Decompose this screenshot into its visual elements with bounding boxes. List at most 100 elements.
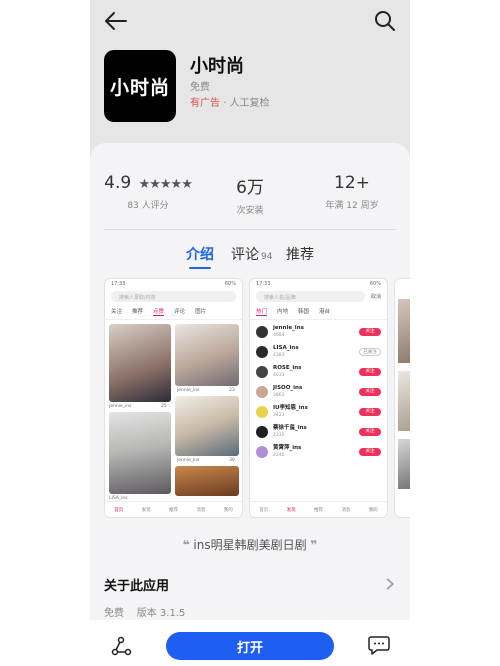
tab-recommend-label: 推荐 (286, 247, 314, 263)
tab-reviews-count: 94 (261, 252, 273, 262)
list-item: 蔡徐千玺_ins 2335 关注 (250, 422, 387, 442)
about-section[interactable]: 关于此应用 免费 版本 3.1.5 (104, 575, 396, 619)
tab-recommend[interactable]: 推荐 (286, 244, 314, 264)
app-logo: 小时尚 (104, 50, 176, 122)
about-title: 关于此应用 (104, 579, 170, 594)
shot-tabs: 热门 内地 韩国 港台 (250, 304, 387, 320)
user-count: 3863 (273, 393, 285, 398)
screenshot-1[interactable]: 17:33 60% 搜索人录取/内容 关注 推荐 点赞 评论 图片 jennie… (104, 278, 243, 518)
avatar (256, 326, 268, 338)
user-name: LISA_ins (273, 345, 299, 351)
back-arrow-icon[interactable] (104, 11, 128, 31)
user-count: 3423 (273, 413, 285, 418)
user-count: 2240 (273, 453, 285, 458)
user-name: 蔡徐千玺_ins (273, 425, 307, 431)
app-detail-screen: 小时尚 小时尚 免费 有广告 · 人工复检 4.9 ★★★★★ 83 人评分 6… (90, 0, 410, 666)
user-name: 黄霄萍_ins (273, 445, 302, 451)
user-name: jennie_ins (273, 325, 304, 331)
rating-count: 83 人评分 (127, 201, 169, 211)
about-price: 免费 (104, 608, 124, 619)
stats-row: 4.9 ★★★★★ 83 人评分 6万 次安装 12+ 年满 12 周岁 (90, 173, 410, 217)
divider (104, 229, 396, 230)
screenshot-carousel[interactable]: 17:33 60% 搜索人录取/内容 关注 推荐 点赞 评论 图片 jennie… (104, 278, 410, 518)
shot-tab-active: 点赞 (153, 309, 165, 316)
user-count: 4033 (273, 373, 285, 378)
user-name: IU李知恩_ins (273, 405, 308, 411)
user-name: JISOO_ins (273, 385, 303, 391)
photo-thumb (175, 324, 239, 386)
status-bar: 17:33 60% (250, 279, 387, 289)
shot-nav-item: 发现 (286, 507, 296, 513)
follow-button: 关注 (359, 448, 381, 456)
quote-open-icon: ❝ (182, 538, 190, 552)
left-margin (0, 0, 90, 666)
shot-tab: 评论 (174, 309, 186, 315)
open-button[interactable]: 打开 (166, 632, 334, 660)
avatar (256, 426, 268, 438)
photo-thumb (109, 324, 171, 402)
screenshot-2[interactable]: 17:33 60% 搜索人名/品牌 取消 热门 内地 韩国 港台 jennie_ (249, 278, 388, 518)
avatar (256, 386, 268, 398)
shot-search-bar: 搜索人名/品牌 (256, 291, 365, 302)
follow-button: 关注 (359, 428, 381, 436)
chat-bubble-icon[interactable] (368, 635, 390, 655)
user-count: 4383 (273, 353, 285, 358)
follow-button: 关注 (359, 408, 381, 416)
shot-nav-item: 发现 (141, 507, 151, 513)
shot-tab: 韩国 (298, 309, 310, 315)
tab-intro[interactable]: 介绍 (186, 244, 214, 269)
tag-separator: · (223, 98, 227, 109)
shot-nav-item: 推荐 (313, 507, 323, 513)
card-user: jennie_ins (177, 388, 200, 393)
photo-thumb (398, 299, 410, 363)
shot-nav: 首页 发现 推荐 消息 我的 (250, 501, 387, 517)
shot-nav: 首页 发现 推荐 消息 我的 (105, 501, 242, 517)
list-item: JISOO_ins 3863 关注 (250, 382, 387, 402)
age-stat: 12+ 年满 12 周岁 (302, 173, 402, 211)
status-time: 17:33 (111, 281, 126, 287)
photo-thumb (175, 466, 239, 496)
photo-grid: jennie_ins 25 jennie_ins 23 jennie_ins 3… (105, 320, 242, 501)
age-value: 12+ (334, 173, 370, 193)
app-price: 免费 (190, 82, 210, 93)
ad-tag: 有广告 (190, 98, 220, 109)
installs-stat: 6万 次安装 (200, 173, 300, 216)
about-meta: 免费 版本 3.1.5 (104, 604, 396, 619)
shot-nav-item: 消息 (341, 507, 351, 513)
follow-button: 关注 (359, 368, 381, 376)
shot-nav-item: 首页 (114, 507, 124, 513)
list-item: 黄霄萍_ins 2240 关注 (250, 442, 387, 462)
card-user: jennie_ins (177, 458, 200, 463)
shot-nav-item: 消息 (196, 507, 206, 513)
shot-nav-item: 我的 (368, 507, 378, 513)
photo-thumb (175, 396, 239, 456)
about-version: 版本 3.1.5 (136, 608, 186, 619)
shot-tab: 港台 (319, 309, 331, 315)
share-icon[interactable] (110, 636, 132, 656)
card-likes: 25 (161, 404, 167, 409)
tab-reviews-label: 评论 (231, 247, 259, 263)
bottom-action-bar: 打开 (90, 620, 410, 666)
list-item: ROSE_ins 4033 关注 (250, 362, 387, 382)
app-name: 小时尚 (190, 56, 244, 77)
quote-close-icon: ❞ (310, 538, 318, 552)
user-list: jennie_ins 4684 关注 LISA_ins 4383 已关注 ROSE_… (250, 320, 387, 462)
user-name: ROSE_ins (273, 365, 302, 371)
card-likes: 30 (229, 458, 235, 463)
right-margin (410, 0, 500, 666)
rating-stat: 4.9 ★★★★★ 83 人评分 (98, 173, 198, 211)
tab-reviews[interactable]: 评论 94 (231, 244, 272, 264)
list-item: jennie_ins 4684 关注 (250, 322, 387, 342)
avatar (256, 366, 268, 378)
installs-label: 次安装 (236, 206, 264, 216)
installs-value: 6万 (236, 178, 264, 198)
user-count: 2335 (273, 433, 285, 438)
search-icon[interactable] (374, 10, 396, 32)
shot-cancel: 取消 (370, 294, 381, 300)
tab-indicator (189, 267, 211, 269)
status-battery: 60% (369, 281, 381, 287)
card-likes: 23 (229, 388, 235, 393)
screenshot-3-partial[interactable] (394, 278, 410, 518)
top-bar (90, 0, 410, 42)
shot-search-row: 搜索人名/品牌 取消 (250, 289, 387, 304)
